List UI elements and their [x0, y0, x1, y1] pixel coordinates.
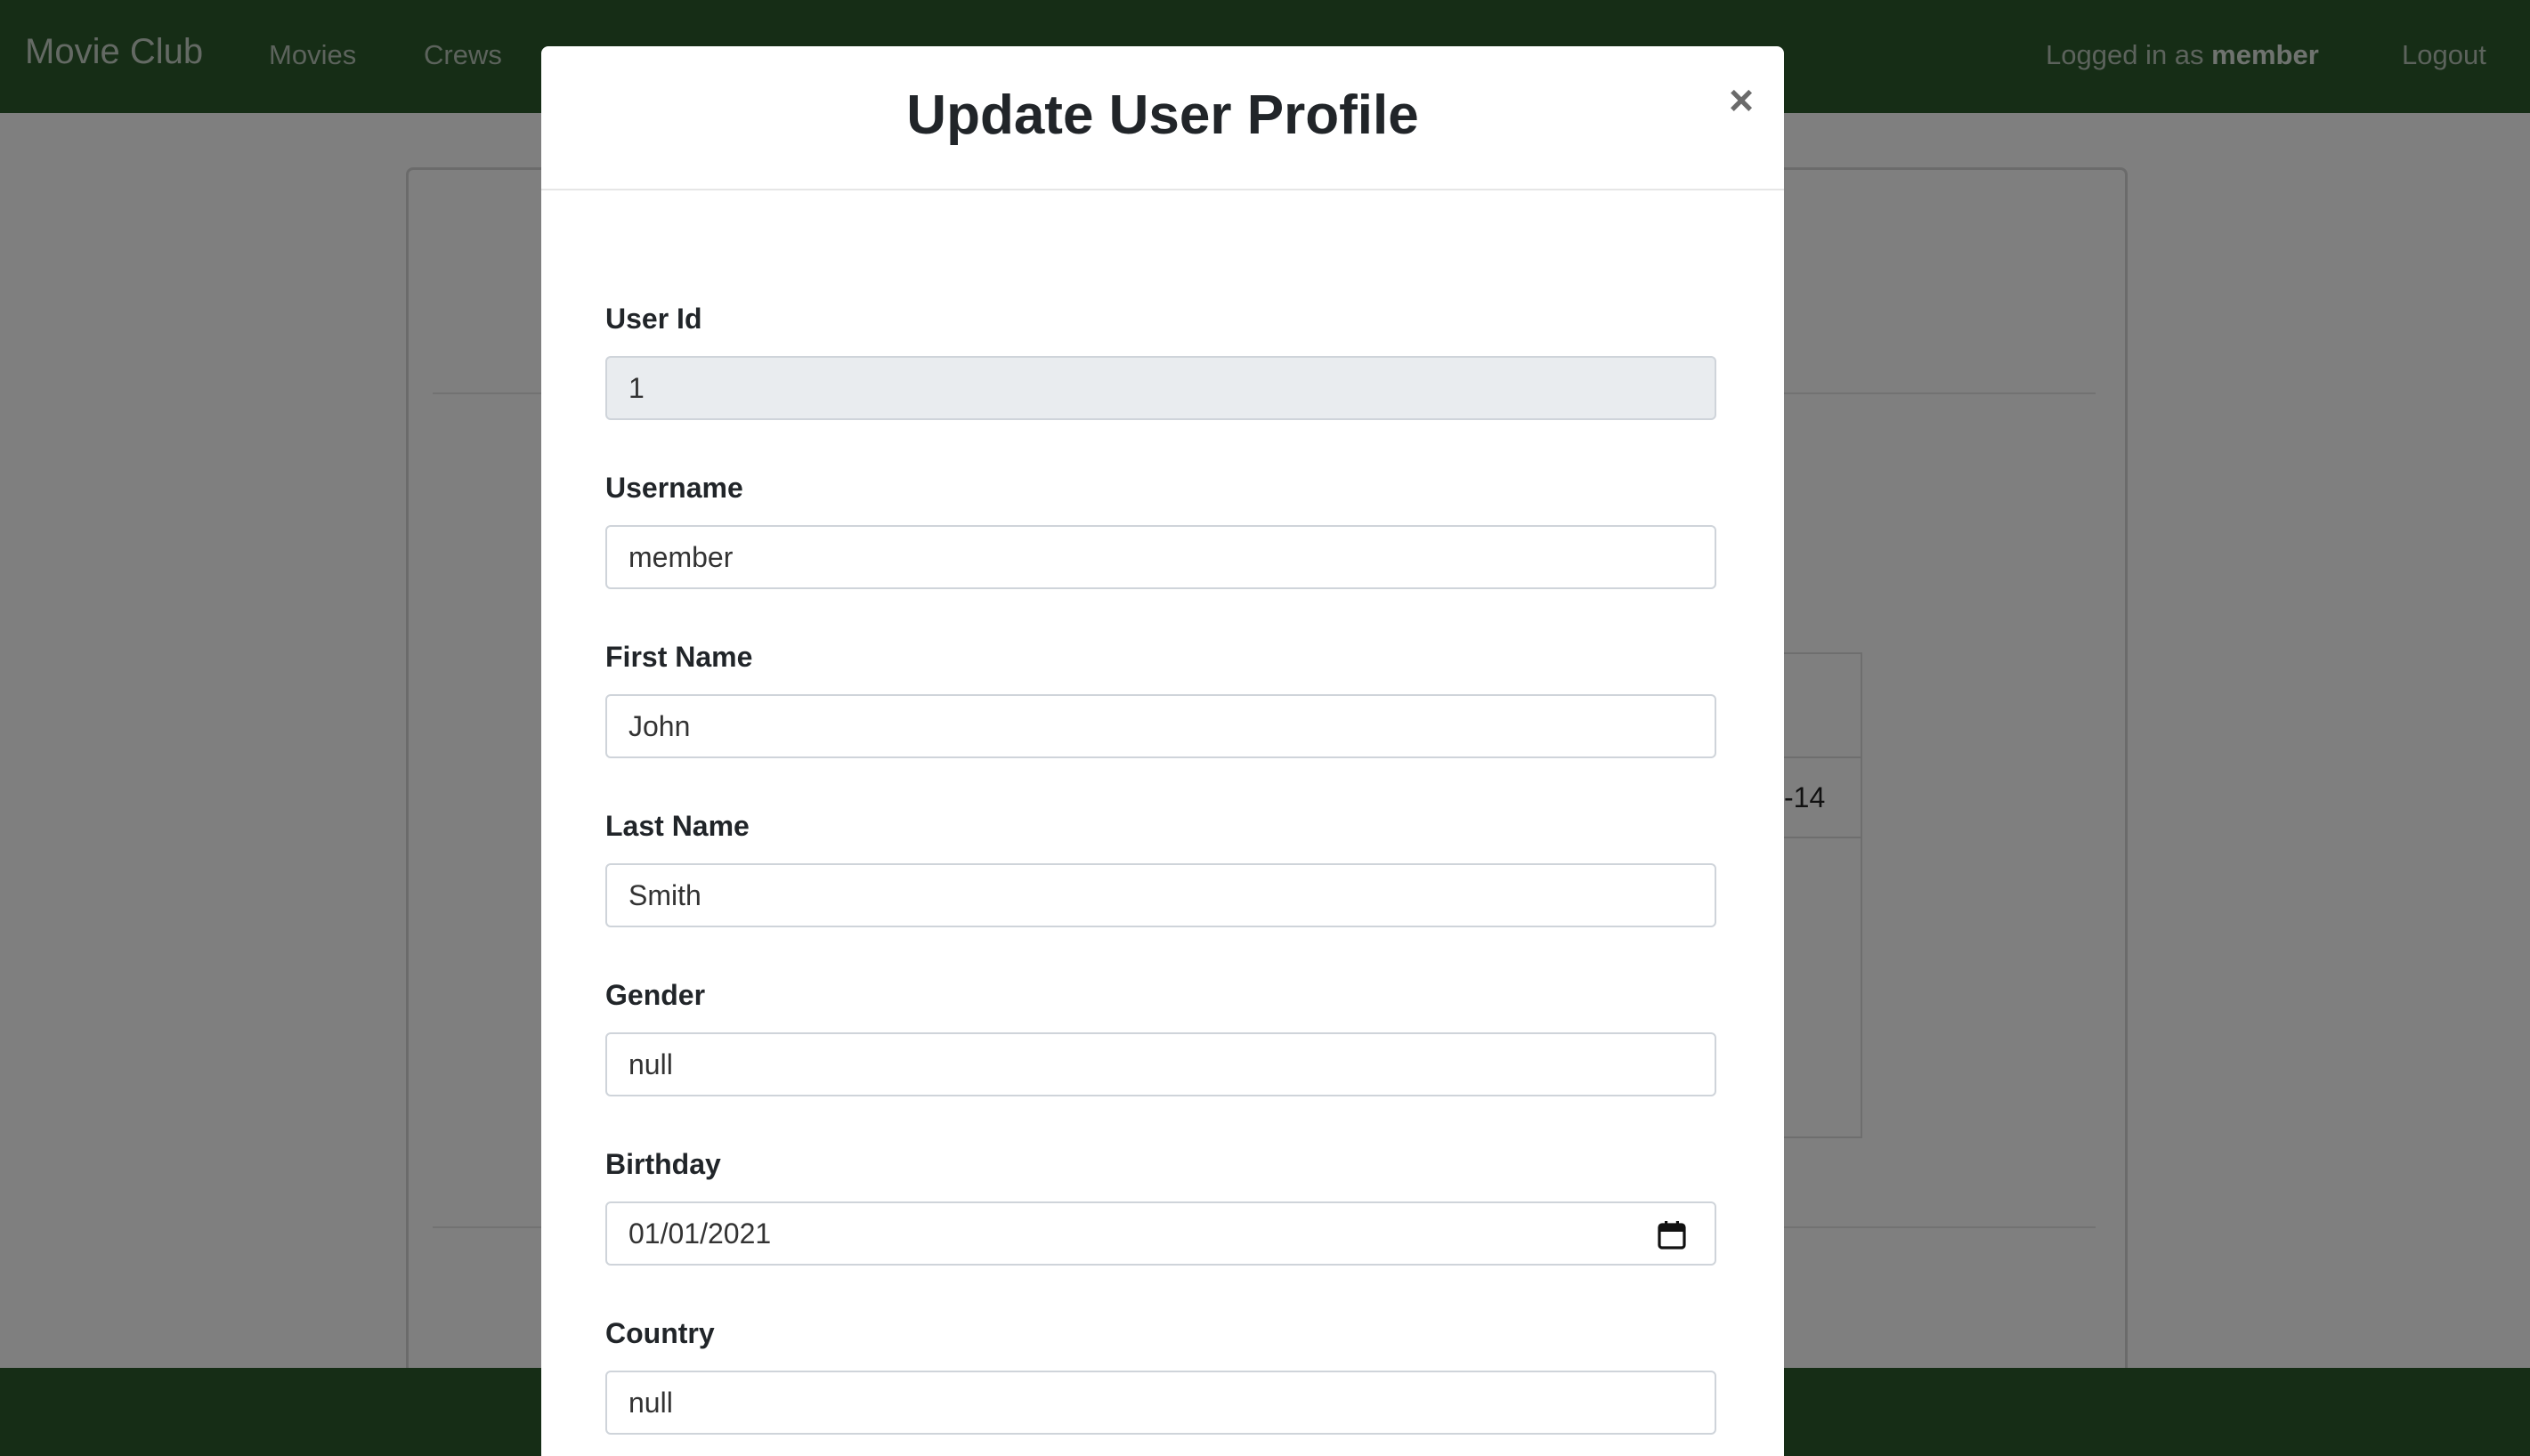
- birthday-input[interactable]: 01/01/2021: [605, 1201, 1716, 1266]
- last-name-label: Last Name: [605, 810, 750, 842]
- close-icon[interactable]: ×: [1729, 80, 1754, 123]
- update-profile-modal: Update User Profile × User Id 1 Username…: [541, 46, 1784, 1456]
- gender-value: null: [628, 1048, 673, 1080]
- user-id-input[interactable]: 1: [605, 356, 1716, 420]
- user-id-label: User Id: [605, 303, 702, 335]
- country-input[interactable]: null: [605, 1371, 1716, 1435]
- user-id-value: 1: [628, 371, 645, 404]
- username-input[interactable]: member: [605, 525, 1716, 589]
- modal-title: Update User Profile: [906, 85, 1419, 146]
- gender-label: Gender: [605, 979, 706, 1011]
- last-name-input[interactable]: Smith: [605, 863, 1716, 927]
- first-name-value: John: [628, 709, 691, 742]
- birthday-label: Birthday: [605, 1148, 721, 1180]
- first-name-label: First Name: [605, 641, 753, 673]
- last-name-value: Smith: [628, 878, 701, 911]
- birthday-value: 01/01/2021: [628, 1217, 772, 1250]
- modal-header: Update User Profile ×: [541, 46, 1784, 190]
- country-label: Country: [605, 1317, 715, 1349]
- country-value: null: [628, 1386, 673, 1419]
- gender-input[interactable]: null: [605, 1032, 1716, 1096]
- username-label: Username: [605, 472, 743, 504]
- first-name-input[interactable]: John: [605, 694, 1716, 758]
- calendar-icon[interactable]: [1658, 1219, 1686, 1250]
- username-value: member: [628, 540, 734, 573]
